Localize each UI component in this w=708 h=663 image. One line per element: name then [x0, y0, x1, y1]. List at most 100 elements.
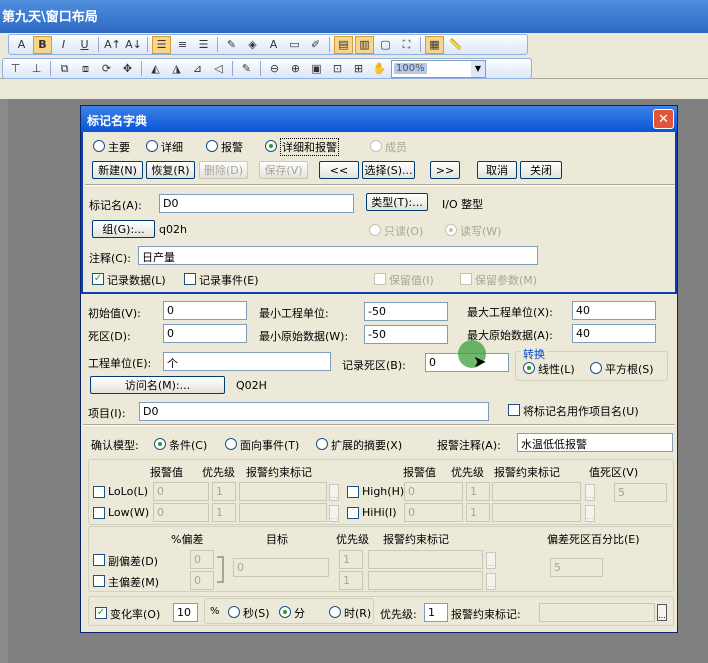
major-dev-checkbox[interactable] — [93, 575, 105, 587]
roc-min-radio[interactable] — [279, 606, 291, 618]
tagname-input[interactable]: D0 — [159, 194, 354, 213]
init-value-input[interactable]: 0 — [163, 301, 247, 320]
mirror-icon[interactable]: ⊿ — [188, 60, 207, 78]
pct-dev-header: %偏差 — [171, 533, 204, 546]
tab-alarm[interactable]: 报警 — [221, 139, 243, 155]
roc-inhibit-input — [539, 603, 655, 622]
close-button[interactable]: 关闭 — [520, 161, 562, 179]
tab-main-radio[interactable] — [93, 140, 105, 152]
font-shrink-icon[interactable]: A↓ — [124, 36, 143, 54]
scatter-icon[interactable]: ✥ — [118, 60, 137, 78]
high-checkbox[interactable] — [347, 486, 359, 498]
roc-priority-input[interactable]: 1 — [424, 603, 448, 622]
deadband-input[interactable]: 0 — [163, 324, 247, 343]
low-checkbox[interactable] — [93, 507, 105, 519]
roc-hour-radio[interactable] — [329, 606, 341, 618]
roc-min-label: 分 — [294, 607, 305, 620]
underline-icon[interactable]: U — [75, 36, 94, 54]
tab-detail-radio[interactable] — [146, 140, 158, 152]
dev-inhibit-header: 报警约束标记 — [383, 533, 449, 546]
restore-button[interactable]: 恢复(R) — [146, 161, 195, 179]
log-events-checkbox[interactable] — [184, 273, 196, 285]
model-event-radio[interactable] — [225, 438, 237, 450]
roc-sec-radio[interactable] — [228, 606, 240, 618]
font-grow-icon[interactable]: A↑ — [103, 36, 122, 54]
brush-icon[interactable]: ✐ — [306, 36, 325, 54]
linear-radio[interactable] — [523, 362, 535, 374]
group-icon[interactable]: ⧉ — [55, 60, 74, 78]
low-label: Low(W) — [108, 506, 150, 519]
select-button[interactable]: 选择(S)... — [362, 161, 415, 179]
zoom-select-icon[interactable]: ⊡ — [328, 60, 347, 78]
new-button[interactable]: 新建(N) — [92, 161, 143, 179]
model-condition-radio[interactable] — [154, 438, 166, 450]
tab-detail[interactable]: 详细 — [161, 139, 183, 155]
readonly-radio — [369, 224, 381, 236]
major-dev-input: 0 — [190, 571, 214, 590]
close-icon[interactable]: ✕ — [653, 109, 674, 129]
pan-hand-icon[interactable]: ✋ — [370, 60, 389, 78]
roc-browse-button[interactable]: … — [657, 604, 667, 621]
align-center-icon[interactable]: ≡ — [173, 36, 192, 54]
align-left-icon[interactable]: ☰ — [152, 35, 171, 54]
max-eu-input[interactable]: 40 — [572, 301, 656, 320]
grid-icon[interactable]: ▦ — [425, 35, 444, 54]
tab-detail-alarm[interactable]: 详细和报警 — [280, 138, 339, 156]
align-right-icon[interactable]: ☰ — [194, 36, 213, 54]
text-color-icon[interactable]: A — [264, 36, 283, 54]
flip-h-icon[interactable]: ◭ — [146, 60, 165, 78]
high-value-input: 0 — [404, 482, 463, 501]
layout-icon[interactable]: ▤ — [334, 35, 353, 54]
zoom-window-icon[interactable]: ⊞ — [349, 60, 368, 78]
font-size-icon[interactable]: A — [12, 36, 31, 54]
ruler-icon[interactable]: 📏 — [446, 36, 465, 54]
italic-icon[interactable]: I — [54, 36, 73, 54]
prev-button[interactable]: << — [319, 161, 359, 179]
minor-dev-checkbox[interactable] — [93, 554, 105, 566]
next-button[interactable]: >> — [430, 161, 460, 179]
max-raw-input[interactable]: 40 — [572, 324, 656, 343]
sqrt-radio[interactable] — [590, 362, 602, 374]
model-ext-radio[interactable] — [316, 438, 328, 450]
fill-color-icon[interactable]: ◈ — [243, 36, 262, 54]
item-input[interactable]: D0 — [139, 402, 489, 421]
type-button[interactable]: 类型(T):... — [366, 193, 428, 211]
window-color-icon[interactable]: ▭ — [285, 36, 304, 54]
group-button[interactable]: 组(G):... — [92, 220, 155, 238]
edit-icon[interactable]: ✎ — [237, 60, 256, 78]
layout-alt-icon[interactable]: ▥ — [355, 35, 374, 54]
access-name-button[interactable]: 访问名(M):... — [90, 376, 225, 394]
min-eu-input[interactable]: -50 — [364, 302, 448, 321]
cancel-button[interactable]: 取消 — [477, 161, 517, 179]
alarm-comment-input[interactable]: 水温低低报警 — [517, 433, 673, 452]
log-data-checkbox[interactable]: ✓ — [92, 273, 104, 285]
min-raw-input[interactable]: -50 — [364, 325, 448, 344]
rotate-left-icon[interactable]: ◁ — [209, 60, 228, 78]
line-color-icon[interactable]: ✎ — [222, 36, 241, 54]
comment-input[interactable]: 日产量 — [138, 246, 538, 265]
tab-alarm-radio[interactable] — [206, 140, 218, 152]
tab-detail-alarm-radio[interactable] — [265, 140, 277, 152]
tab-main[interactable]: 主要 — [108, 139, 130, 155]
roc-checkbox[interactable]: ✓ — [95, 607, 107, 619]
roc-input[interactable]: 10 — [173, 603, 198, 622]
zoom-out-icon[interactable]: ⊖ — [265, 60, 284, 78]
window-icon[interactable]: ▢ — [376, 36, 395, 54]
zoom-fit-icon[interactable]: ▣ — [307, 60, 326, 78]
flip-v-icon[interactable]: ◮ — [167, 60, 186, 78]
fullscreen-icon[interactable]: ⛶ — [397, 36, 416, 54]
align-middle-icon[interactable]: ⊥ — [27, 60, 46, 78]
align-top-icon[interactable]: ⊤ — [6, 60, 25, 78]
zoom-select[interactable]: 100% ▼ — [391, 59, 486, 78]
ungroup-icon[interactable]: ⧈ — [76, 60, 95, 78]
hihi-checkbox[interactable] — [347, 507, 359, 519]
chevron-down-icon[interactable]: ▼ — [471, 60, 485, 77]
max-raw-label: 最大原始数据(A): — [467, 329, 553, 342]
bold-icon[interactable]: B — [33, 35, 52, 54]
zoom-in-icon[interactable]: ⊕ — [286, 60, 305, 78]
deadband-label: 死区(D): — [88, 330, 131, 343]
use-tagname-checkbox[interactable] — [508, 404, 520, 416]
lolo-checkbox[interactable] — [93, 486, 105, 498]
rotate-icon[interactable]: ⟳ — [97, 60, 116, 78]
eu-input[interactable]: 个 — [163, 352, 331, 371]
